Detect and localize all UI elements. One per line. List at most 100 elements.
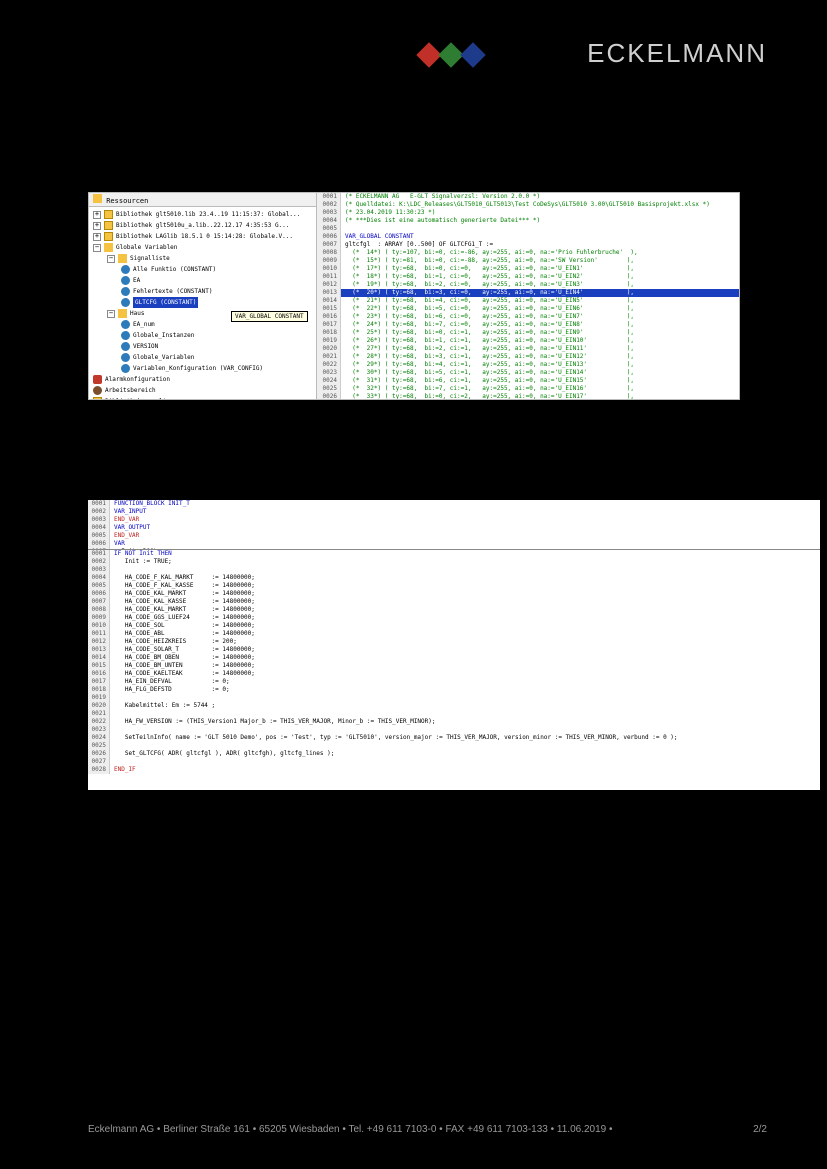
code-line[interactable]: 0005 HA_CODE_F_KAL_KASSE := 14800000; [88, 582, 820, 590]
globe-icon [121, 265, 130, 274]
code-line[interactable]: 0024 (* 31*) ( ty:=68, bi:=6, ci:=1, ay:… [317, 377, 739, 385]
tree-item[interactable]: Variablen_Konfiguration (VAR_CONFIG) [93, 363, 314, 374]
code-line[interactable]: 0021 (* 28*) ( ty:=68, bi:=3, ci:=1, ay:… [317, 353, 739, 361]
code-line[interactable]: 0016 HA_CODE_KAELTEAK := 14800000; [88, 670, 820, 678]
line-text: HA_CODE_F_KAL_MARKT := 14800000; [110, 574, 255, 582]
book-icon [104, 221, 113, 230]
code-line[interactable]: 0002 Init := TRUE; [88, 558, 820, 566]
code-line[interactable]: 0023 (* 30*) ( ty:=68, bi:=5, ci:=1, ay:… [317, 369, 739, 377]
globe-icon [121, 320, 130, 329]
bell-icon [93, 375, 102, 384]
line-number: 0009 [317, 257, 341, 265]
code-line[interactable]: 0004VAR_OUTPUT [88, 524, 820, 532]
line-text: HA_CODE_ABL := 14800000; [110, 630, 255, 638]
tree-item[interactable]: Globale_Instanzen [93, 330, 314, 341]
code-line[interactable]: 0026 Set_GLTCFG( ADR( gltcfgl ), ADR( gl… [88, 750, 820, 758]
resource-tree-pane: Ressourcen +Bibliothek glt5010.lib 23.4.… [89, 193, 317, 399]
code-line[interactable]: 0002VAR_INPUT [88, 508, 820, 516]
code-line[interactable]: 0012 HA_CODE_HEIZKREIS := 200; [88, 638, 820, 646]
code-line[interactable]: 0015 HA_CODE_BM_UNTEN := 14800000; [88, 662, 820, 670]
code-line[interactable]: 0009 (* 15*) ( ty:=81, bi:=0, ci:=-88, a… [317, 257, 739, 265]
code-line[interactable]: 0013 HA_CODE_SOLAR_T := 14800000; [88, 646, 820, 654]
tree-item[interactable]: Alle Funktio (CONSTANT) [93, 264, 314, 275]
code-line[interactable]: 0001(* ECKELMANN AG E-GLT Signalverzsl: … [317, 193, 739, 201]
code-line[interactable]: 0023 [88, 726, 820, 734]
code-line[interactable]: 0014 HA_CODE_BM_OBEN := 14800000; [88, 654, 820, 662]
code-line[interactable]: 0021 [88, 710, 820, 718]
code-line[interactable]: 0018 (* 25*) ( ty:=68, bi:=0, ci:=1, ay:… [317, 329, 739, 337]
declaration-pane[interactable]: 0001FUNCTION_BLOCK INIT_T0002VAR_INPUT00… [88, 500, 820, 550]
code-line[interactable]: 0007gltcfgl : ARRAY [0..500] OF GLTCFG1_… [317, 241, 739, 249]
line-number: 0025 [88, 742, 110, 750]
code-line[interactable]: 0006 HA_CODE_KAL_MARKT := 14800000; [88, 590, 820, 598]
tree-bibliotheksverwalter[interactable]: Bibliothekverwalter [93, 396, 314, 399]
footer-text: Eckelmann AG • Berliner Straße 161 • 652… [88, 1124, 613, 1135]
tree-item[interactable]: Fehlertexte (CONSTANT) [93, 286, 314, 297]
code-line[interactable]: 0016 (* 23*) ( ty:=68, bi:=6, ci:=0, ay:… [317, 313, 739, 321]
code-line[interactable]: 0008 (* 14*) ( ty:=107, bi:=0, ci:=-86, … [317, 249, 739, 257]
code-line[interactable]: 0007 HA_CODE_KAL_KASSE := 14800000; [88, 598, 820, 606]
code-line[interactable]: 0025 [88, 742, 820, 750]
code-line[interactable]: 0015 (* 22*) ( ty:=68, bi:=5, ci:=0, ay:… [317, 305, 739, 313]
line-number: 0022 [317, 361, 341, 369]
code-line[interactable]: 0010 (* 17*) ( ty:=68, bi:=0, ci:=0, ay:… [317, 265, 739, 273]
line-text: HA_FLG_DEFSTD := 0; [110, 686, 230, 694]
code-pane-gltcfg[interactable]: 0001(* ECKELMANN AG E-GLT Signalverzsl: … [317, 193, 739, 399]
tree-lib[interactable]: +Bibliothek glt5010u_a.lib..22.12.17 4:3… [93, 220, 314, 231]
code-line[interactable]: 0004 HA_CODE_F_KAL_MARKT := 14800000; [88, 574, 820, 582]
code-line[interactable]: 0004(* ***Dies ist eine automatisch gene… [317, 217, 739, 225]
tree-alarmkonfig[interactable]: Alarmkonfiguration [93, 374, 314, 385]
code-line[interactable]: 0019 (* 26*) ( ty:=68, bi:=1, ci:=1, ay:… [317, 337, 739, 345]
tree-item[interactable]: Globale_Variablen [93, 352, 314, 363]
code-line[interactable]: 0019 [88, 694, 820, 702]
code-line[interactable]: 0024 SetTeilnInfo( name := 'GLT 5010 Dem… [88, 734, 820, 742]
line-number: 0005 [88, 532, 110, 540]
code-line[interactable]: 0013 (* 20*) ( ty:=68, bi:=3, ci:=0, ay:… [317, 289, 739, 297]
code-line[interactable]: 0017 HA_EIN_DEFVAL := 0; [88, 678, 820, 686]
code-line[interactable]: 0026 (* 33*) ( ty:=68, bi:=0, ci:=2, ay:… [317, 393, 739, 399]
line-text: END_IF [110, 766, 136, 774]
line-text [341, 225, 345, 233]
code-line[interactable]: 0003(* 23.04.2019 11:30:23 *) [317, 209, 739, 217]
tree-lib[interactable]: +Bibliothek LAGlib 18.5.1 0 15:14:28: Gl… [93, 231, 314, 242]
tree-lib[interactable]: +Bibliothek glt5010.lib 23.4..19 11:15:3… [93, 209, 314, 220]
code-line[interactable]: 0001FUNCTION_BLOCK INIT_T [88, 500, 820, 508]
code-line[interactable]: 0012 (* 19*) ( ty:=68, bi:=2, ci:=0, ay:… [317, 281, 739, 289]
code-line[interactable]: 0020 (* 27*) ( ty:=68, bi:=2, ci:=1, ay:… [317, 345, 739, 353]
code-line[interactable]: 0025 (* 32*) ( ty:=68, bi:=7, ci:=1, ay:… [317, 385, 739, 393]
resource-tree[interactable]: +Bibliothek glt5010.lib 23.4..19 11:15:3… [89, 207, 316, 399]
code-line[interactable]: 0011 (* 18*) ( ty:=68, bi:=1, ci:=0, ay:… [317, 273, 739, 281]
code-line[interactable]: 0001IF NOT Init THEN [88, 550, 820, 558]
globe-icon [121, 276, 130, 285]
line-text: IF NOT Init THEN [110, 550, 172, 558]
implementation-pane[interactable]: 0001IF NOT Init THEN0002 Init := TRUE;00… [88, 550, 820, 790]
tree-item-selected[interactable]: GLTCFG (CONSTANT) [93, 297, 314, 308]
line-text: HA_CODE_KAELTEAK := 14800000; [110, 670, 255, 678]
code-line[interactable]: 0014 (* 21*) ( ty:=68, bi:=4, ci:=0, ay:… [317, 297, 739, 305]
code-line[interactable]: 0005 [317, 225, 739, 233]
line-number: 0021 [88, 710, 110, 718]
code-line[interactable]: 0009 HA_CODE_GGS_LUEF24 := 14800000; [88, 614, 820, 622]
code-line[interactable]: 0022 (* 29*) ( ty:=68, bi:=4, ci:=1, ay:… [317, 361, 739, 369]
code-line[interactable]: 0028END_IF [88, 766, 820, 774]
tree-arbeitsbereich[interactable]: Arbeitsbereich [93, 385, 314, 396]
code-line[interactable]: 0027 [88, 758, 820, 766]
code-line[interactable]: 0011 HA_CODE_ABL := 14800000; [88, 630, 820, 638]
code-line[interactable]: 0002(* Quelldatei: K:\LDC_Releases\GLT50… [317, 201, 739, 209]
code-line[interactable]: 0017 (* 24*) ( ty:=68, bi:=7, ci:=0, ay:… [317, 321, 739, 329]
line-text [110, 726, 114, 734]
code-line[interactable]: 0003 [88, 566, 820, 574]
tree-item[interactable]: VERSION [93, 341, 314, 352]
code-line[interactable]: 0018 HA_FLG_DEFSTD := 0; [88, 686, 820, 694]
code-line[interactable]: 0022 HA_FW_VERSION := (THIS_Version1 Maj… [88, 718, 820, 726]
code-line[interactable]: 0006VAR [88, 540, 820, 548]
code-line[interactable]: 0006VAR_GLOBAL CONSTANT [317, 233, 739, 241]
code-line[interactable]: 0005END_VAR [88, 532, 820, 540]
code-line[interactable]: 0020 Kabelmittel: Em := 5744 ; [88, 702, 820, 710]
tree-signalliste[interactable]: −Signalliste [93, 253, 314, 264]
tree-globals[interactable]: −Globale Variablen [93, 242, 314, 253]
code-line[interactable]: 0010 HA_CODE_SOL := 14800000; [88, 622, 820, 630]
tree-item[interactable]: EA [93, 275, 314, 286]
code-line[interactable]: 0008 HA_CODE_KAL_MARKT := 14800000; [88, 606, 820, 614]
code-line[interactable]: 0003END_VAR [88, 516, 820, 524]
